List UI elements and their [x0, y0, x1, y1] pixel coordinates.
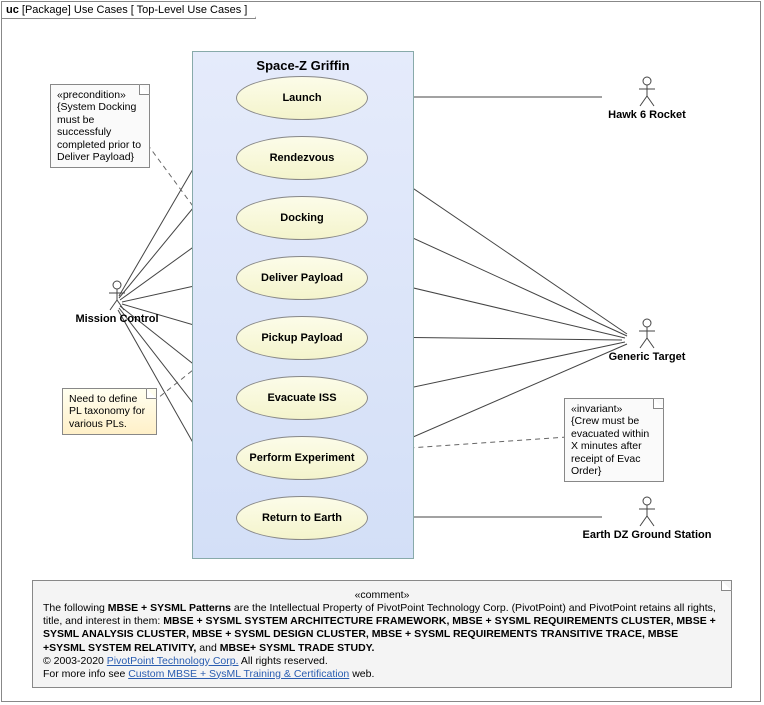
actor-label: Mission Control: [72, 313, 162, 325]
note-invariant: «invariant» {Crew must be evacuated with…: [564, 398, 664, 482]
usecase-deliver-payload[interactable]: Deliver Payload: [236, 256, 368, 300]
usecase-evacuate-iss[interactable]: Evacuate ISS: [236, 376, 368, 420]
note-text: {Crew must be evacuated within X minutes…: [571, 415, 657, 477]
note-text: {System Docking must be successfuly comp…: [57, 101, 143, 163]
comment-stereotype: «comment»: [43, 589, 721, 602]
usecase-perform-experiment[interactable]: Perform Experiment: [236, 436, 368, 480]
note-taxonomy: Need to define PL taxonomy for various P…: [62, 388, 157, 435]
note-stereotype: «invariant»: [571, 403, 657, 415]
pivotpoint-link[interactable]: PivotPoint Technology Corp.: [107, 655, 239, 667]
comment-info: For more info see Custom MBSE + SysML Tr…: [43, 668, 721, 681]
note-corner-icon: [146, 388, 157, 399]
actor-label: Hawk 6 Rocket: [602, 109, 692, 121]
stickman-icon: [637, 496, 657, 528]
note-stereotype: «precondition»: [57, 89, 143, 101]
comment-note: «comment» The following MBSE + SYSML Pat…: [32, 580, 732, 688]
comment-body: The following MBSE + SYSML Patterns are …: [43, 602, 721, 655]
stickman-icon: [107, 280, 127, 312]
stickman-icon: [637, 76, 657, 108]
frame-name: Use Cases: [74, 4, 128, 16]
stickman-icon: [637, 318, 657, 350]
comment-copyright: © 2003-2020 PivotPoint Technology Corp. …: [43, 655, 721, 668]
usecase-docking[interactable]: Docking: [236, 196, 368, 240]
actor-hawk-6-rocket[interactable]: Hawk 6 Rocket: [602, 76, 692, 121]
usecase-diagram-frame: uc [Package] Use Cases [ Top-Level Use C…: [1, 1, 761, 702]
actor-generic-target[interactable]: Generic Target: [602, 318, 692, 363]
usecase-return-to-earth[interactable]: Return to Earth: [236, 496, 368, 540]
frame-qualifier: [ Top-Level Use Cases ]: [131, 4, 248, 16]
frame-label: uc [Package] Use Cases [ Top-Level Use C…: [1, 1, 256, 19]
system-boundary: Space-Z Griffin: [192, 51, 414, 559]
usecase-rendezvous[interactable]: Rendezvous: [236, 136, 368, 180]
training-link[interactable]: Custom MBSE + SysML Training & Certifica…: [128, 668, 349, 680]
note-corner-icon: [721, 580, 732, 591]
actor-label: Generic Target: [602, 351, 692, 363]
note-precondition: «precondition» {System Docking must be s…: [50, 84, 150, 168]
actor-mission-control[interactable]: Mission Control: [72, 280, 162, 325]
note-corner-icon: [139, 84, 150, 95]
usecase-pickup-payload[interactable]: Pickup Payload: [236, 316, 368, 360]
frame-kind: [Package]: [22, 4, 71, 16]
usecase-launch[interactable]: Launch: [236, 76, 368, 120]
note-text: Need to define PL taxonomy for various P…: [69, 393, 150, 430]
frame-prefix: uc: [6, 4, 19, 16]
actor-earth-dz[interactable]: Earth DZ Ground Station: [577, 496, 717, 541]
note-corner-icon: [653, 398, 664, 409]
boundary-title: Space-Z Griffin: [193, 58, 413, 73]
actor-label: Earth DZ Ground Station: [577, 529, 717, 541]
